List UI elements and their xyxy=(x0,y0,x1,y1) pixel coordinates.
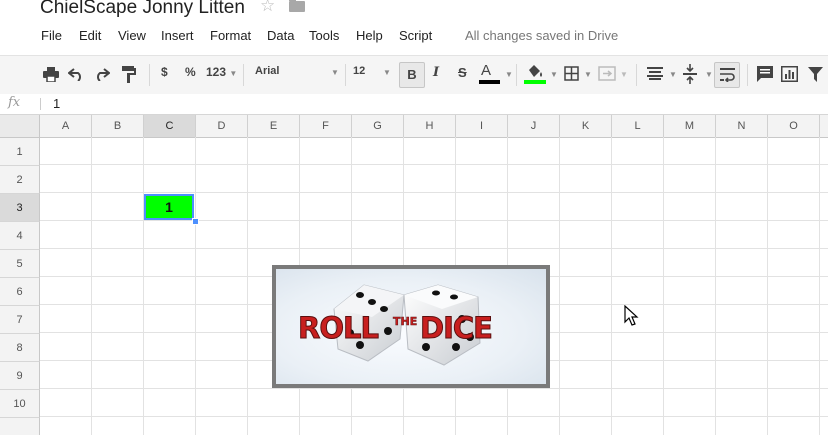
chevron-down-icon[interactable]: ▼ xyxy=(505,70,513,79)
row-header-3[interactable]: 3 xyxy=(0,194,40,222)
wrap-text-button[interactable] xyxy=(714,62,740,88)
column-header-row: A B C D E F G H I J K L M N O xyxy=(0,115,828,138)
row-header-4[interactable]: 4 xyxy=(0,222,40,250)
row-header-7[interactable]: 7 xyxy=(0,306,40,334)
document-title[interactable]: ChielScape Jonny Litten xyxy=(40,0,245,19)
insert-chart-icon[interactable] xyxy=(781,66,798,82)
roll-the-dice-image[interactable]: ROLL THE DICE xyxy=(272,265,550,388)
column-header-o[interactable]: O xyxy=(768,115,820,137)
row-header-6[interactable]: 6 xyxy=(0,278,40,306)
font-size-select[interactable]: 12 ▼ xyxy=(353,65,391,77)
align-icon[interactable] xyxy=(647,67,663,80)
menu-file[interactable]: File xyxy=(41,28,62,43)
chevron-down-icon[interactable]: ▼ xyxy=(620,70,628,79)
column-header-h[interactable]: H xyxy=(404,115,456,137)
chevron-down-icon[interactable]: ▼ xyxy=(705,70,713,79)
logo-text-dice: DICE xyxy=(420,311,492,345)
print-icon[interactable] xyxy=(43,67,59,82)
toolbar: $ % 123 ▼ Arial ▼ 12 ▼ B I S A ▼ ▼ ▼ ▼ ▼ ▼ xyxy=(0,55,828,95)
chevron-down-icon[interactable]: ▼ xyxy=(550,70,558,79)
column-header-k[interactable]: K xyxy=(560,115,612,137)
menu-script[interactable]: Script xyxy=(399,28,432,43)
menu-edit[interactable]: Edit xyxy=(79,28,101,43)
filter-icon[interactable] xyxy=(808,67,823,82)
font-family-value: Arial xyxy=(255,65,280,77)
fill-handle[interactable] xyxy=(192,218,199,225)
formula-bar: fx 1 xyxy=(0,94,828,115)
column-header-n[interactable]: N xyxy=(716,115,768,137)
fx-icon: fx xyxy=(8,95,21,110)
column-header-m[interactable]: M xyxy=(664,115,716,137)
redo-icon[interactable] xyxy=(94,67,110,81)
chevron-down-icon[interactable]: ▼ xyxy=(669,70,677,79)
row-header-1[interactable]: 1 xyxy=(0,138,40,166)
text-color-swatch xyxy=(479,80,500,84)
text-color-button[interactable]: A xyxy=(481,62,491,79)
percent-format-button[interactable]: % xyxy=(185,65,196,79)
column-header-i[interactable]: I xyxy=(456,115,508,137)
chevron-down-icon: ▼ xyxy=(383,68,391,77)
chevron-down-icon[interactable]: ▼ xyxy=(584,70,592,79)
menu-help[interactable]: Help xyxy=(356,28,383,43)
undo-icon[interactable] xyxy=(68,67,84,81)
vertical-align-icon[interactable] xyxy=(683,64,697,84)
column-header-l[interactable]: L xyxy=(612,115,664,137)
column-header-f[interactable]: F xyxy=(300,115,352,137)
formula-input[interactable]: 1 xyxy=(53,96,60,111)
bold-button[interactable]: B xyxy=(399,62,425,88)
menu-tools[interactable]: Tools xyxy=(309,28,339,43)
italic-button[interactable]: I xyxy=(433,65,439,80)
save-status: All changes saved in Drive xyxy=(465,28,619,43)
borders-icon[interactable] xyxy=(564,66,579,81)
row-header-2[interactable]: 2 xyxy=(0,166,40,194)
active-cell-c3[interactable]: 1 xyxy=(144,194,194,220)
column-header-e[interactable]: E xyxy=(248,115,300,137)
column-header-d[interactable]: D xyxy=(196,115,248,137)
chevron-down-icon: ▼ xyxy=(229,69,238,78)
column-header-a[interactable]: A xyxy=(40,115,92,137)
more-formats-button[interactable]: 123 ▼ xyxy=(206,65,237,79)
column-header-c[interactable]: C xyxy=(144,115,196,137)
folder-icon[interactable] xyxy=(289,0,305,12)
select-all-corner[interactable] xyxy=(0,115,40,137)
menu-data[interactable]: Data xyxy=(267,28,294,43)
column-header-g[interactable]: G xyxy=(352,115,404,137)
merge-cells-icon[interactable] xyxy=(598,66,616,81)
chevron-down-icon: ▼ xyxy=(331,68,339,77)
menu-view[interactable]: View xyxy=(118,28,146,43)
insert-comment-icon[interactable] xyxy=(757,66,773,82)
row-header-11[interactable] xyxy=(0,418,40,435)
menu-format[interactable]: Format xyxy=(210,28,251,43)
column-header-j[interactable]: J xyxy=(508,115,560,137)
menu-insert[interactable]: Insert xyxy=(161,28,194,43)
fill-color-swatch xyxy=(524,80,546,84)
row-header-5[interactable]: 5 xyxy=(0,250,40,278)
font-size-value: 12 xyxy=(353,65,366,77)
logo-text-the: THE xyxy=(393,315,417,328)
mouse-cursor-icon xyxy=(624,305,639,326)
more-formats-label: 123 xyxy=(206,65,227,79)
row-header-8[interactable]: 8 xyxy=(0,334,40,362)
fill-color-icon[interactable] xyxy=(525,64,545,78)
row-header-10[interactable]: 10 xyxy=(0,390,40,418)
wrap-text-icon xyxy=(720,68,735,82)
paint-format-icon[interactable] xyxy=(122,66,136,83)
dice-graphic: ROLL THE DICE xyxy=(298,284,493,366)
logo-text-roll: ROLL xyxy=(298,311,378,345)
text-color-label: A xyxy=(481,62,492,79)
star-icon[interactable]: ☆ xyxy=(260,0,275,16)
column-header-b[interactable]: B xyxy=(92,115,144,137)
strikethrough-button[interactable]: S xyxy=(458,65,467,80)
currency-format-button[interactable]: $ xyxy=(161,65,168,79)
font-family-select[interactable]: Arial ▼ xyxy=(255,65,339,77)
formula-divider xyxy=(40,98,41,110)
row-header-9[interactable]: 9 xyxy=(0,362,40,390)
